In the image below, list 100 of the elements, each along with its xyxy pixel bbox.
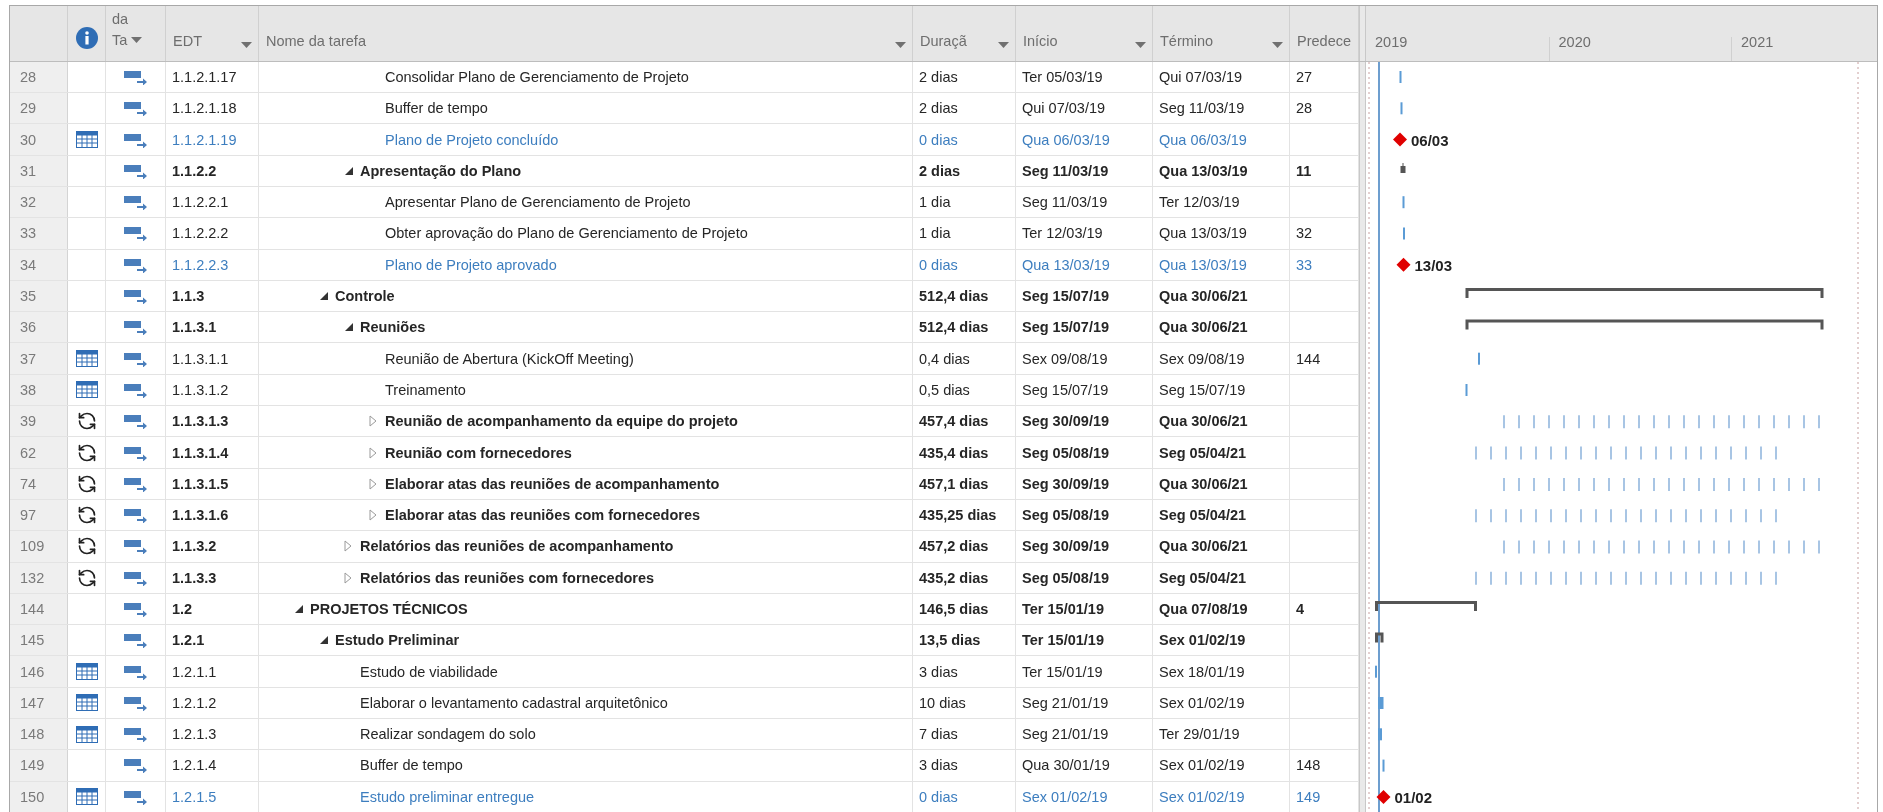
row-number: 32 (20, 194, 37, 211)
milestone-date: 01/02 (1394, 788, 1433, 806)
table-cell: Sex 01/02/19 (1022, 788, 1108, 805)
task-name: Apresentação do Plano (360, 162, 522, 179)
table-cell: Seg 05/08/19 (1022, 569, 1110, 586)
table-cell: 435,4 dias (919, 444, 989, 461)
table-cell: Qua 30/06/21 (1159, 538, 1248, 555)
expand-triangle-icon[interactable] (344, 571, 352, 584)
expand-triangle-icon[interactable] (369, 446, 377, 459)
row-number: 150 (20, 788, 45, 805)
column-header: da (112, 9, 129, 29)
table-cell: 1.1.2.2.1 (172, 194, 229, 211)
table-cell: Sex 01/02/19 (1159, 788, 1245, 805)
task-mode-icon (123, 569, 148, 586)
table-cell: 1.1.2.1.19 (172, 131, 237, 148)
row-number: 31 (20, 162, 37, 179)
row-number: 29 (20, 100, 37, 117)
calendar-icon (75, 663, 98, 681)
table-cell: Seg 30/09/19 (1022, 538, 1110, 555)
column-header[interactable]: Duraçã (920, 32, 967, 49)
table-cell: 144 (1296, 350, 1321, 367)
table-cell: 1.1.3.1.6 (172, 507, 229, 524)
column-header[interactable]: Nome da tarefa (266, 32, 366, 49)
task-mode-icon (123, 726, 148, 743)
table-cell: Seg 15/07/19 (1022, 381, 1109, 398)
table-cell: Sex 09/08/19 (1159, 350, 1245, 367)
collapse-triangle-icon[interactable] (344, 322, 354, 333)
table-cell: Seg 30/09/19 (1022, 413, 1110, 430)
task-name: Relatórios das reuniões com fornecedores (360, 569, 655, 586)
task-mode-icon (123, 162, 148, 179)
task-name: Buffer de tempo (385, 100, 488, 117)
table-cell: Seg 05/04/21 (1159, 507, 1247, 524)
table-cell: 10 dias (919, 694, 966, 711)
caret-icon[interactable] (241, 41, 252, 49)
task-bar (1378, 728, 1382, 741)
milestone-diamond (1376, 789, 1391, 804)
caret-icon[interactable] (998, 41, 1009, 49)
table-cell: 1.1.3 (172, 288, 205, 305)
table-cell: Qua 30/01/19 (1022, 757, 1110, 774)
timescale-year: 2019 (1375, 34, 1408, 49)
table-cell: 11 (1296, 162, 1312, 179)
row-number: 34 (20, 256, 37, 273)
table-cell: Sex 18/01/19 (1159, 663, 1245, 680)
table-cell: 457,1 dias (919, 475, 989, 492)
table-cell: 1.1.2.1.17 (172, 68, 237, 85)
task-name: Controle (335, 288, 395, 305)
table-cell: Seg 11/03/19 (1022, 194, 1108, 211)
expand-triangle-icon[interactable] (344, 540, 352, 553)
table-cell: 1.1.2.2 (172, 162, 217, 179)
task-mode-icon (123, 256, 148, 273)
column-header[interactable]: EDT (173, 32, 202, 49)
table-cell: Qua 13/03/19 (1022, 256, 1110, 273)
table-cell: Sex 01/02/19 (1159, 694, 1245, 711)
table-cell: Ter 12/03/19 (1022, 225, 1103, 242)
table-cell: Ter 12/03/19 (1159, 194, 1240, 211)
table-cell: 28 (1296, 100, 1313, 117)
caret-icon[interactable] (1135, 41, 1146, 49)
table-cell: 1.1.2.2.2 (172, 225, 229, 242)
table-cell: 13,5 dias (919, 632, 981, 649)
table-cell: 1.1.2.1.18 (172, 100, 237, 117)
table-cell: 27 (1296, 68, 1313, 85)
task-bar (1465, 383, 1468, 396)
row-number: 33 (20, 225, 37, 242)
table-cell: 512,4 dias (919, 288, 989, 305)
collapse-triangle-icon[interactable] (319, 635, 329, 646)
caret-icon[interactable] (895, 41, 906, 49)
table-cell: Ter 29/01/19 (1159, 726, 1240, 743)
row-number: 62 (20, 444, 37, 461)
task-name: Treinamento (385, 381, 466, 398)
expand-triangle-icon[interactable] (369, 477, 377, 490)
info-icon (76, 26, 98, 49)
column-header[interactable]: Ta (112, 29, 128, 51)
collapse-triangle-icon[interactable] (344, 165, 354, 176)
caret-icon[interactable] (1272, 41, 1283, 49)
task-mode-icon (123, 350, 148, 367)
column-header[interactable]: Início (1023, 32, 1058, 49)
table-cell: 435,25 dias (919, 507, 997, 524)
expand-triangle-icon[interactable] (369, 509, 377, 522)
column-header[interactable]: Término (1160, 32, 1214, 49)
caret-icon[interactable] (131, 36, 143, 44)
table-cell: Seg 05/08/19 (1022, 507, 1110, 524)
collapse-triangle-icon[interactable] (319, 291, 329, 302)
table-cell: Qua 30/06/21 (1159, 319, 1248, 336)
table-cell: 148 (1296, 757, 1321, 774)
table-cell: Seg 15/07/19 (1022, 288, 1110, 305)
expand-triangle-icon[interactable] (369, 415, 377, 428)
table-cell: 457,4 dias (919, 413, 989, 430)
table-cell: 1 dia (919, 225, 951, 242)
task-name: Reuniões (360, 319, 426, 336)
table-cell: 1 dia (919, 194, 951, 211)
summary-bar (1400, 162, 1406, 173)
row-number: 97 (20, 507, 37, 524)
row-number: 39 (20, 413, 37, 430)
row-number: 147 (20, 694, 45, 711)
collapse-triangle-icon[interactable] (294, 604, 304, 614)
row-number: 36 (20, 319, 37, 336)
table-cell: 1.1.3.2 (172, 538, 217, 555)
task-name: Obter aprovação do Plano de Gerenciamento de Projeto (385, 225, 748, 242)
column-header[interactable]: Predece (1297, 32, 1351, 49)
table-cell: Qua 07/08/19 (1159, 601, 1248, 617)
